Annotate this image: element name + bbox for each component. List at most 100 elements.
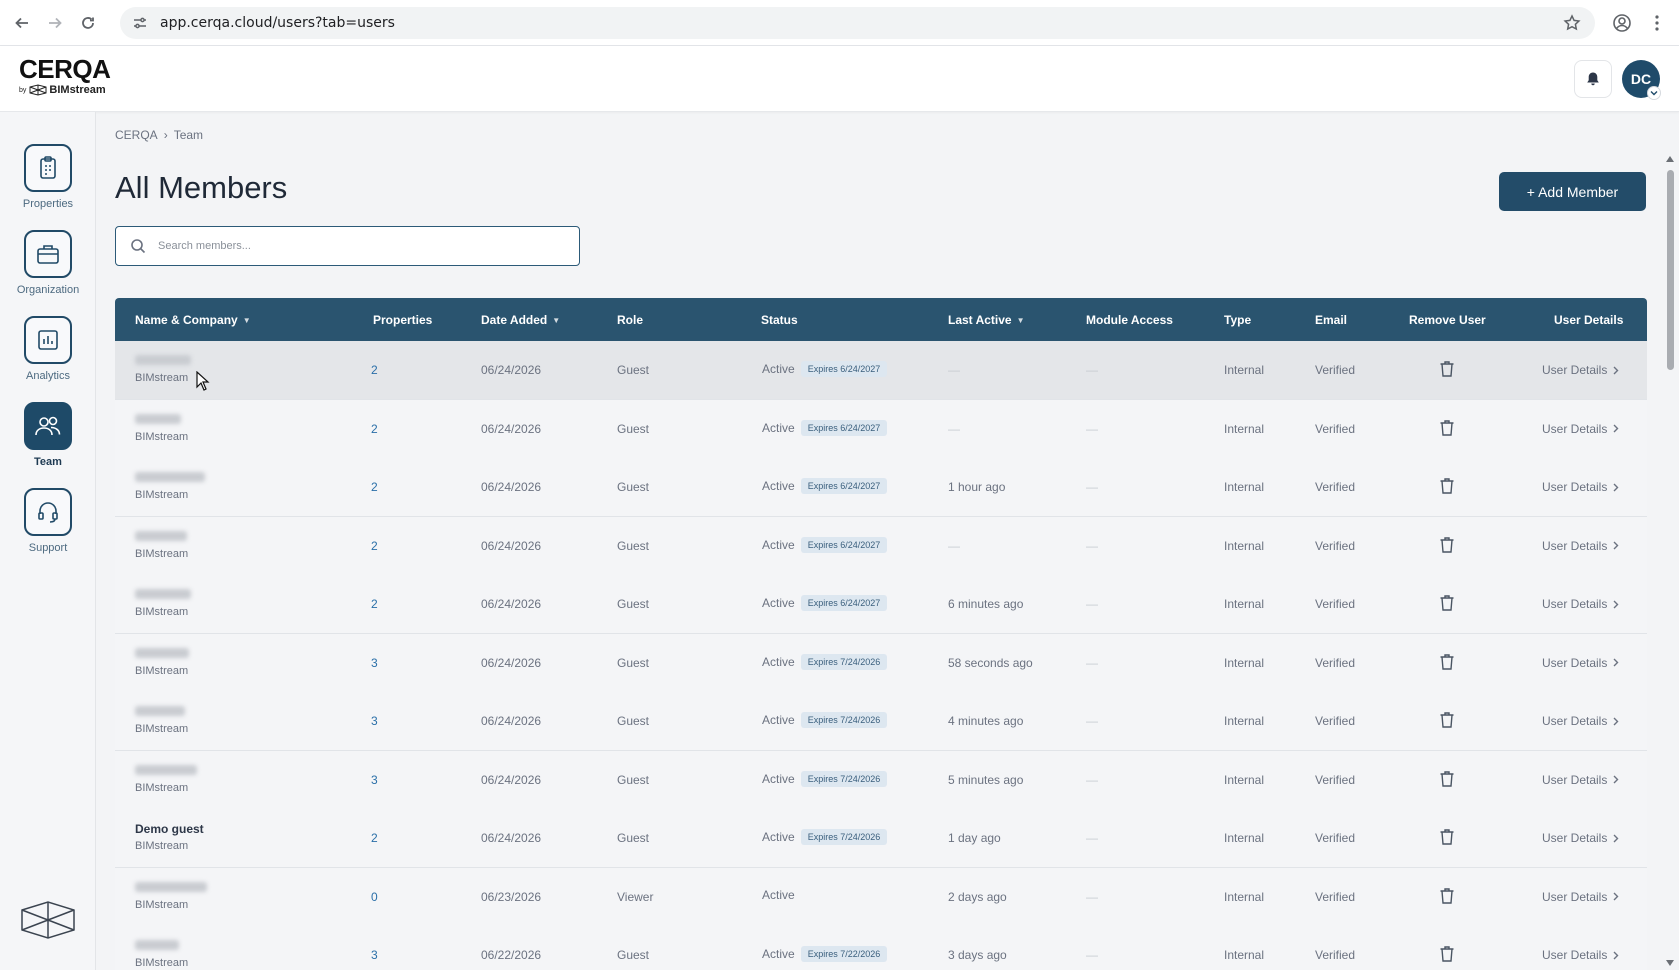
column-header-label: Last Active bbox=[948, 313, 1012, 327]
email-status: Verified bbox=[1315, 655, 1356, 670]
user-details-link[interactable]: User Details bbox=[1542, 948, 1619, 962]
last-active: 5 minutes ago bbox=[948, 772, 1024, 787]
address-bar[interactable]: app.cerqa.cloud/users?tab=users bbox=[120, 7, 1595, 39]
sidebar-item-team[interactable]: Team bbox=[0, 402, 96, 468]
table-row[interactable]: BIMstream 0 06/23/2026 Viewer Active 2 d… bbox=[115, 867, 1647, 927]
email-status: Verified bbox=[1315, 597, 1356, 611]
table-row[interactable]: Demo guest BIMstream 2 06/24/2026 Guest … bbox=[115, 809, 1647, 868]
cerqa-logo[interactable]: CERQA by BIMstream bbox=[19, 56, 111, 96]
trash-icon[interactable] bbox=[1439, 945, 1455, 963]
table-row[interactable]: BIMstream 3 06/24/2026 Guest Active Expi… bbox=[115, 692, 1647, 751]
trash-icon[interactable] bbox=[1439, 477, 1455, 495]
user-details-link[interactable]: User Details bbox=[1542, 422, 1619, 436]
table-row[interactable]: BIMstream 2 06/24/2026 Guest Active Expi… bbox=[115, 399, 1647, 459]
user-details-link[interactable]: User Details bbox=[1542, 597, 1619, 611]
chevron-right-icon bbox=[1613, 366, 1619, 374]
trash-icon[interactable] bbox=[1439, 594, 1455, 612]
url-text[interactable]: app.cerqa.cloud/users?tab=users bbox=[160, 15, 395, 31]
bimstream-cube-logo-icon bbox=[21, 901, 75, 939]
chevron-right-icon bbox=[1613, 892, 1619, 901]
trash-icon[interactable] bbox=[1439, 419, 1455, 437]
search-field[interactable] bbox=[115, 226, 580, 266]
role: Viewer bbox=[617, 889, 654, 904]
table-row[interactable]: BIMstream 3 06/24/2026 Guest Active Expi… bbox=[115, 750, 1647, 810]
user-details-label: User Details bbox=[1542, 597, 1608, 611]
sidebar-item-properties[interactable]: Properties bbox=[0, 144, 96, 210]
properties-count-link[interactable]: 0 bbox=[371, 890, 378, 904]
properties-count-link[interactable]: 3 bbox=[371, 773, 378, 787]
user-details-link[interactable]: User Details bbox=[1542, 539, 1619, 553]
table-row[interactable]: BIMstream 2 06/24/2026 Guest Active Expi… bbox=[115, 458, 1647, 517]
expires-badge: Expires 6/24/2027 bbox=[800, 419, 888, 436]
trash-icon[interactable] bbox=[1439, 887, 1455, 905]
status: Active bbox=[762, 888, 795, 902]
table-row[interactable]: BIMstream 2 06/24/2026 Guest Active Expi… bbox=[115, 516, 1647, 576]
member-name-redacted bbox=[135, 940, 179, 950]
forward-icon[interactable] bbox=[44, 12, 66, 34]
sidebar-item-organization[interactable]: Organization bbox=[0, 230, 96, 296]
properties-count-link[interactable]: 2 bbox=[371, 597, 378, 611]
sort-caret-icon: ▼ bbox=[552, 315, 561, 325]
chevron-down-icon[interactable] bbox=[1647, 86, 1661, 100]
table-row[interactable]: BIMstream 3 06/24/2026 Guest Active Expi… bbox=[115, 633, 1647, 693]
user-details-link[interactable]: User Details bbox=[1542, 773, 1619, 787]
properties-count-link[interactable]: 3 bbox=[371, 714, 378, 728]
chevron-right-icon bbox=[1613, 775, 1619, 784]
scroll-thumb[interactable] bbox=[1667, 170, 1674, 370]
trash-icon[interactable] bbox=[1439, 770, 1455, 788]
expires-badge: Expires 6/24/2027 bbox=[800, 595, 888, 611]
column-header-name[interactable]: Name & Company ▼ bbox=[135, 313, 251, 327]
table-row[interactable]: BIMstream 2 06/24/2026 Guest Active Expi… bbox=[115, 575, 1647, 634]
user-details-link[interactable]: User Details bbox=[1542, 890, 1619, 904]
scroll-down-arrow-icon[interactable] bbox=[1666, 960, 1674, 966]
member-company: BIMstream bbox=[135, 606, 189, 618]
user-details-link[interactable]: User Details bbox=[1542, 831, 1619, 845]
member-company: BIMstream bbox=[135, 898, 189, 911]
table-row[interactable]: BIMstream 3 06/22/2026 Guest Active Expi… bbox=[115, 926, 1647, 970]
table-row[interactable]: BIMstream 2 06/24/2026 Guest Active Expi… bbox=[115, 341, 1647, 400]
scroll-up-arrow-icon[interactable] bbox=[1666, 156, 1674, 162]
status-text: Active bbox=[762, 362, 795, 376]
status-text: Active bbox=[762, 887, 795, 902]
browser-profile-icon[interactable] bbox=[1612, 13, 1632, 33]
chevron-right-icon bbox=[1613, 600, 1619, 608]
notifications-button[interactable] bbox=[1574, 60, 1612, 98]
member-name-redacted bbox=[135, 355, 191, 365]
member-company: BIMstream bbox=[135, 430, 189, 443]
user-details-link[interactable]: User Details bbox=[1542, 363, 1619, 377]
sidebar-item-analytics[interactable]: Analytics bbox=[0, 316, 96, 382]
reload-icon[interactable] bbox=[77, 12, 99, 34]
properties-count-link[interactable]: 3 bbox=[371, 948, 378, 962]
properties-count-link[interactable]: 2 bbox=[371, 422, 378, 436]
scrollbar[interactable] bbox=[1664, 156, 1676, 970]
browser-menu-icon[interactable] bbox=[1650, 13, 1664, 33]
properties-count-link[interactable]: 2 bbox=[371, 480, 378, 494]
properties-count-link[interactable]: 3 bbox=[371, 656, 378, 670]
bimstream-logo-icon bbox=[29, 84, 47, 96]
breadcrumb-root[interactable]: CERQA bbox=[115, 128, 158, 142]
back-icon[interactable] bbox=[11, 12, 33, 34]
search-input[interactable] bbox=[158, 240, 558, 252]
site-settings-icon[interactable] bbox=[132, 15, 148, 31]
sidebar: Properties Organization Analytics Team S… bbox=[0, 112, 96, 970]
status-text: Active bbox=[762, 537, 795, 552]
sort-caret-icon: ▼ bbox=[1016, 315, 1025, 325]
user-details-link[interactable]: User Details bbox=[1542, 656, 1619, 670]
sidebar-item-support[interactable]: Support bbox=[0, 488, 96, 554]
trash-icon[interactable] bbox=[1439, 360, 1455, 378]
sidebar-label: Organization bbox=[16, 284, 80, 296]
properties-count-link[interactable]: 2 bbox=[371, 539, 378, 553]
trash-icon[interactable] bbox=[1439, 711, 1455, 729]
user-details-link[interactable]: User Details bbox=[1542, 480, 1619, 494]
column-header-date-added[interactable]: Date Added ▼ bbox=[481, 313, 560, 327]
trash-icon[interactable] bbox=[1439, 828, 1455, 846]
properties-count-link[interactable]: 2 bbox=[371, 831, 378, 845]
bookmark-star-icon[interactable] bbox=[1563, 14, 1581, 32]
user-details-link[interactable]: User Details bbox=[1542, 714, 1619, 728]
chevron-right-icon bbox=[1613, 717, 1619, 725]
add-member-button[interactable]: + Add Member bbox=[1499, 172, 1646, 211]
trash-icon[interactable] bbox=[1439, 653, 1455, 671]
column-header-last-active[interactable]: Last Active ▼ bbox=[948, 313, 1025, 327]
trash-icon[interactable] bbox=[1439, 536, 1455, 554]
properties-count-link[interactable]: 2 bbox=[371, 363, 378, 377]
